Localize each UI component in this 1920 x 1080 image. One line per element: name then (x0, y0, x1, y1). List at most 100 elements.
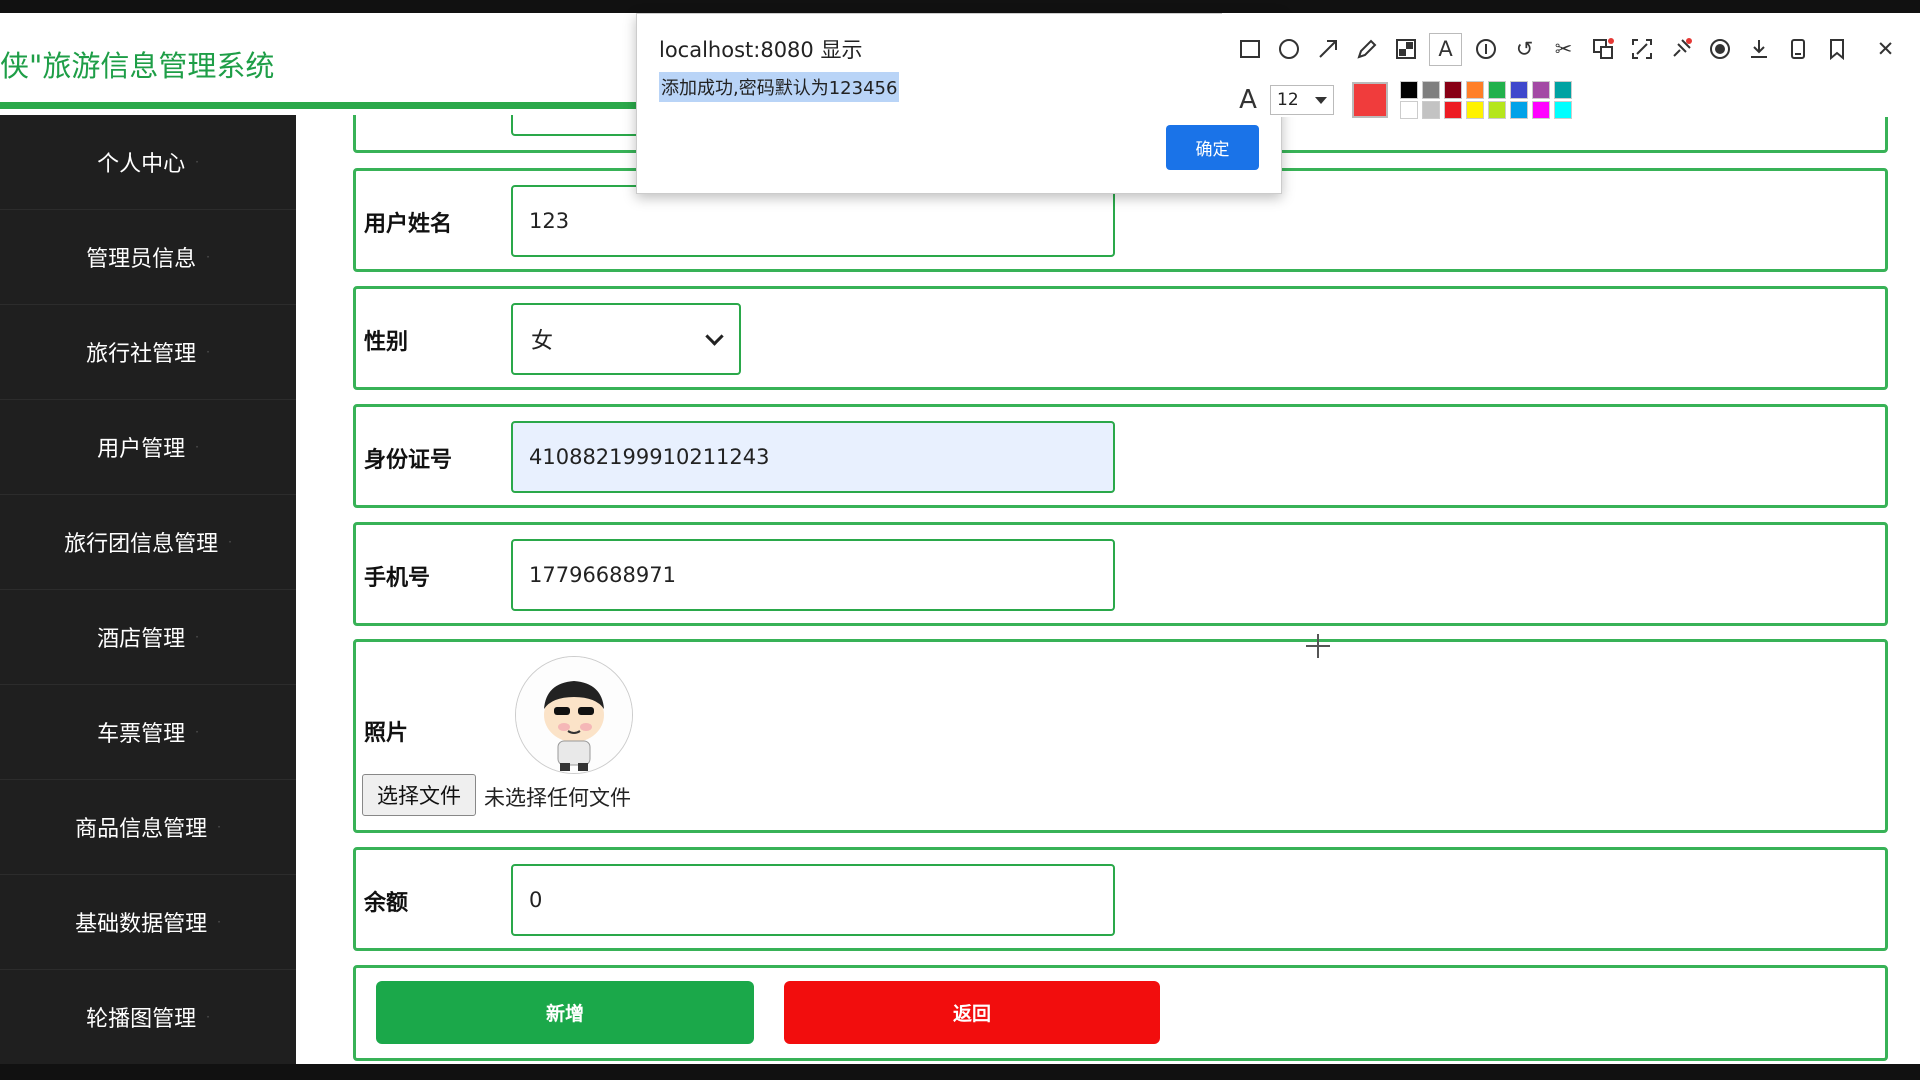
balance-input[interactable]: 0 (511, 864, 1115, 936)
file-status: 未选择任何文件 (484, 786, 631, 810)
balance-label: 余额 (364, 891, 409, 916)
color-swatch[interactable] (1444, 81, 1462, 99)
font-size-select[interactable]: 12 (1270, 85, 1334, 115)
caret-icon: · (195, 725, 199, 739)
color-swatch[interactable] (1400, 81, 1418, 99)
sidebar-item-label: 个人中心 (97, 152, 186, 177)
rectangle-icon[interactable] (1234, 34, 1265, 65)
phone-input[interactable]: 17796688971 (511, 539, 1115, 611)
sidebar-item-personal-center[interactable]: 个人中心 · (0, 115, 296, 210)
sidebar-item-label: 管理员信息 (86, 247, 197, 272)
alert-dialog: localhost:8080 显示 添加成功,密码默认为123456 确定 (636, 13, 1282, 194)
current-color-swatch[interactable] (1352, 82, 1388, 118)
color-palette (1400, 81, 1574, 119)
sidebar-item-label: 酒店管理 (97, 627, 186, 652)
color-swatch[interactable] (1466, 101, 1484, 119)
caret-icon: · (217, 820, 221, 834)
idcard-input[interactable]: 410882199910211243 (511, 421, 1115, 493)
caret-icon: · (206, 1010, 210, 1024)
cut-icon[interactable]: ✂ (1548, 34, 1579, 65)
annotation-tools: A ↺ ✂ ✕ (1234, 32, 1901, 66)
sidebar: 个人中心 · 管理员信息 · 旅行社管理 · 用户管理 · 旅行团信息管理 · 酒店管理 ·… (0, 115, 296, 1065)
color-swatch[interactable] (1554, 81, 1572, 99)
username-input[interactable]: 123 (511, 185, 1115, 257)
caret-icon: · (206, 250, 210, 264)
crosshair-cursor-icon (1306, 634, 1330, 658)
font-size-icon: A (1239, 85, 1257, 115)
main-form-area: 用户姓名 123 性别 女 身份证号 410882199910211243 手机… (296, 115, 1920, 1064)
color-swatch[interactable] (1532, 101, 1550, 119)
gender-select[interactable]: 女 (511, 303, 741, 375)
sidebar-item-admin-info[interactable]: 管理员信息 · (0, 210, 296, 305)
dialog-message: 添加成功,密码默认为123456 (659, 72, 900, 102)
color-swatch[interactable] (1422, 81, 1440, 99)
sidebar-item-users[interactable]: 用户管理 · (0, 400, 296, 495)
sidebar-item-base-data[interactable]: 基础数据管理 · (0, 875, 296, 970)
add-button[interactable]: 新增 (376, 981, 754, 1044)
text-icon[interactable]: A (1429, 32, 1462, 66)
caret-icon: · (195, 630, 199, 644)
sidebar-item-carousel[interactable]: 轮播图管理 · (0, 970, 296, 1065)
font-size-value: 12 (1277, 90, 1299, 110)
bookmark-icon[interactable] (1821, 34, 1852, 65)
record-icon[interactable] (1704, 34, 1735, 65)
idcard-label: 身份证号 (364, 448, 453, 473)
color-swatch[interactable] (1444, 101, 1462, 119)
sidebar-item-label: 轮播图管理 (86, 1007, 197, 1032)
color-swatch[interactable] (1400, 101, 1418, 119)
sidebar-item-tour-groups[interactable]: 旅行团信息管理 · (0, 495, 296, 590)
sidebar-item-tickets[interactable]: 车票管理 · (0, 685, 296, 780)
window-bottom-edge (0, 1064, 1920, 1080)
color-swatch[interactable] (1554, 101, 1572, 119)
color-swatch[interactable] (1532, 81, 1550, 99)
close-icon[interactable]: ✕ (1870, 34, 1901, 65)
caret-icon: · (217, 915, 221, 929)
sidebar-item-products[interactable]: 商品信息管理 · (0, 780, 296, 875)
sidebar-item-label: 车票管理 (97, 722, 186, 747)
chevron-down-icon (1315, 96, 1327, 104)
number-icon[interactable] (1470, 34, 1501, 65)
choose-file-button[interactable]: 选择文件 (362, 774, 476, 816)
mosaic-icon[interactable] (1390, 34, 1421, 65)
undo-icon[interactable]: ↺ (1509, 34, 1540, 65)
sidebar-item-label: 用户管理 (97, 437, 186, 462)
gender-label: 性别 (364, 330, 409, 355)
circle-icon[interactable] (1273, 34, 1304, 65)
back-button[interactable]: 返回 (784, 981, 1160, 1044)
download-icon[interactable] (1743, 34, 1774, 65)
ocr-icon[interactable] (1626, 34, 1657, 65)
arrow-icon[interactable] (1312, 34, 1343, 65)
color-swatch[interactable] (1422, 101, 1440, 119)
color-swatch[interactable] (1466, 81, 1484, 99)
dialog-ok-button[interactable]: 确定 (1166, 125, 1259, 170)
form-row-gender: 性别 女 (353, 286, 1888, 390)
sidebar-item-label: 商品信息管理 (75, 817, 208, 842)
form-row-phone: 手机号 17796688971 (353, 522, 1888, 626)
annotation-options: A 12 (1230, 77, 1574, 123)
username-label: 用户姓名 (364, 212, 453, 237)
form-row-balance: 余额 0 (353, 847, 1888, 951)
window-top-edge (0, 0, 1920, 13)
pencil-icon[interactable] (1351, 34, 1382, 65)
caret-icon: · (195, 155, 199, 169)
pin-icon[interactable] (1665, 34, 1696, 65)
dialog-title: localhost:8080 显示 (659, 38, 863, 62)
caret-icon: · (206, 345, 210, 359)
sidebar-item-hotels[interactable]: 酒店管理 · (0, 590, 296, 685)
caret-icon: · (228, 535, 232, 549)
caret-icon: · (195, 440, 199, 454)
chevron-down-icon (705, 326, 724, 346)
gender-selected-value: 女 (531, 329, 554, 354)
color-swatch[interactable] (1488, 81, 1506, 99)
sidebar-item-label: 基础数据管理 (75, 912, 208, 937)
annotation-toolbar: A ↺ ✂ ✕ A 12 (1222, 13, 1920, 119)
color-swatch[interactable] (1488, 101, 1506, 119)
photo-label: 照片 (364, 721, 409, 746)
color-swatch[interactable] (1510, 101, 1528, 119)
sidebar-item-agency[interactable]: 旅行社管理 · (0, 305, 296, 400)
photo-preview (515, 656, 633, 774)
translate-icon[interactable] (1587, 34, 1618, 65)
form-row-idcard: 身份证号 410882199910211243 (353, 404, 1888, 508)
color-swatch[interactable] (1510, 81, 1528, 99)
save-icon[interactable] (1782, 34, 1813, 65)
